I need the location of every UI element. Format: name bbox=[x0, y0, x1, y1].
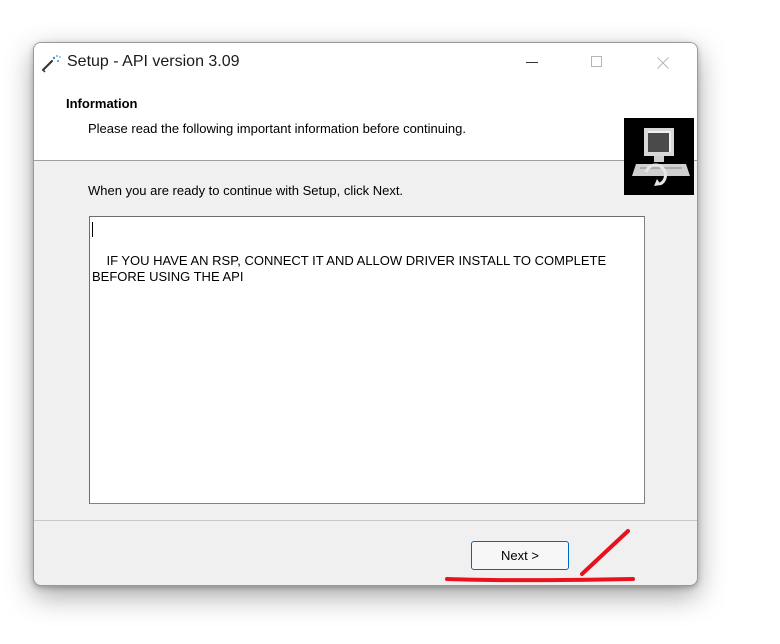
close-icon bbox=[657, 56, 669, 69]
instruction-text: When you are ready to continue with Setu… bbox=[88, 183, 404, 198]
page-subtitle: Please read the following important info… bbox=[88, 121, 466, 136]
maximize-icon bbox=[591, 56, 602, 67]
title-bar[interactable]: Setup - API version 3.09 bbox=[34, 43, 697, 81]
information-textbox[interactable]: IF YOU HAVE AN RSP, CONNECT IT AND ALLOW… bbox=[89, 216, 645, 504]
page-title: Information bbox=[66, 96, 138, 111]
setup-window: Setup - API version 3.09 Information Ple… bbox=[33, 42, 698, 586]
text-caret bbox=[92, 222, 93, 237]
setup-computer-icon bbox=[624, 118, 694, 195]
minimize-icon bbox=[526, 62, 538, 63]
wizard-header: Information Please read the following im… bbox=[34, 81, 697, 195]
next-button[interactable]: Next > bbox=[471, 541, 569, 570]
minimize-button[interactable] bbox=[509, 43, 555, 81]
window-title: Setup - API version 3.09 bbox=[67, 53, 240, 70]
close-button[interactable] bbox=[641, 43, 687, 81]
setup-wand-icon bbox=[40, 52, 62, 74]
information-text: IF YOU HAVE AN RSP, CONNECT IT AND ALLOW… bbox=[92, 253, 607, 284]
footer-divider bbox=[34, 520, 697, 521]
maximize-button[interactable] bbox=[575, 43, 621, 81]
